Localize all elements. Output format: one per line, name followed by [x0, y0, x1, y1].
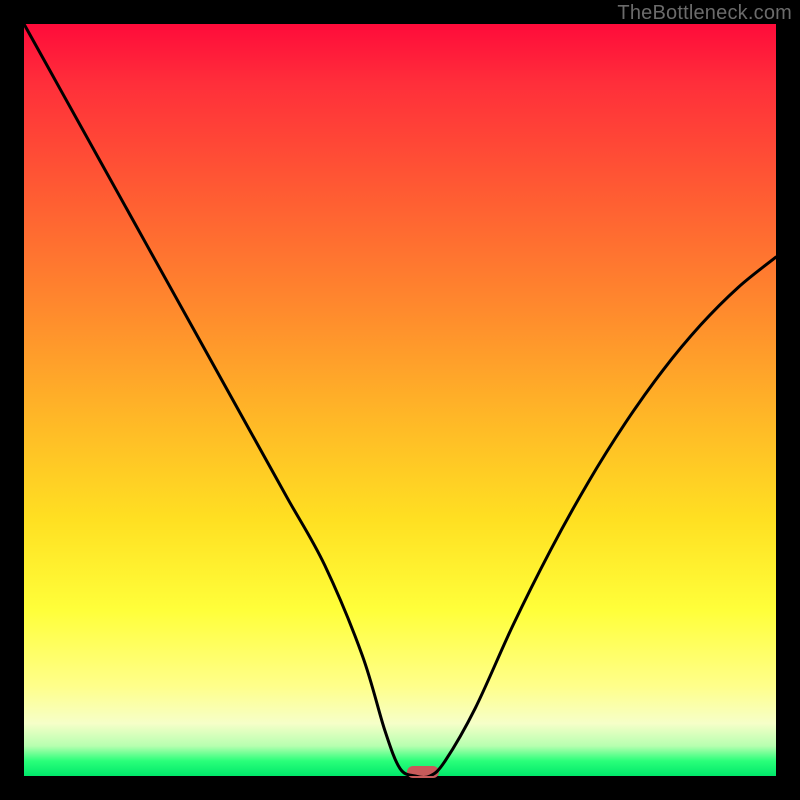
bottleneck-curve [24, 24, 776, 776]
chart-frame: TheBottleneck.com [0, 0, 800, 800]
watermark-text: TheBottleneck.com [617, 2, 792, 25]
plot-area [24, 24, 776, 776]
